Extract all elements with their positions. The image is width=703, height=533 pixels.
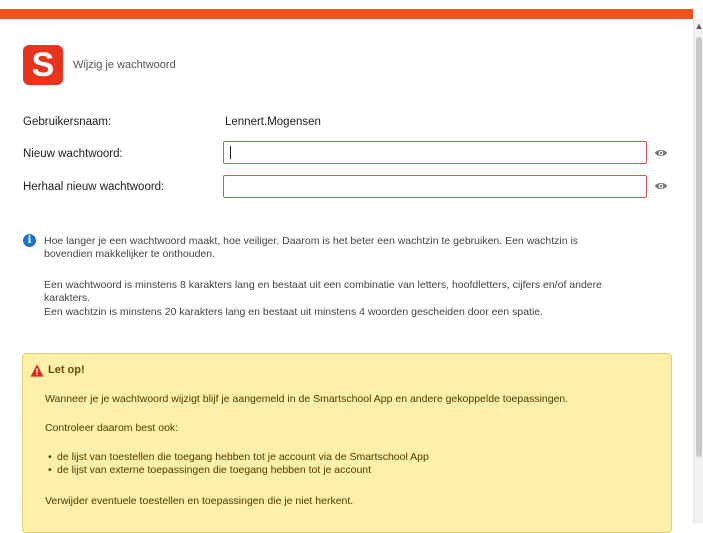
info-icon: i — [23, 234, 36, 247]
top-bar — [0, 0, 693, 19]
show-password-eye-icon[interactable] — [654, 146, 668, 160]
warning-box: Let op! Wanneer je je wachtwoord wijzigt… — [22, 353, 672, 533]
warning-text-1: Wanneer je je wachtwoord wijzigt blijf j… — [45, 393, 569, 405]
warning-title: Let op! — [48, 364, 85, 376]
scroll-up-icon[interactable]: ▲ — [694, 19, 703, 33]
info-text-line2: bovendien makkelijker te onthouden. — [44, 248, 216, 260]
warning-bullet-item: de lijst van toestellen die toegang hebb… — [48, 451, 429, 464]
warning-text-3: Verwijder eventuele toestellen en toepas… — [45, 495, 354, 507]
new-password-input[interactable] — [223, 141, 647, 164]
username-label: Gebruikersnaam: — [23, 116, 112, 128]
smartschool-logo: S — [23, 45, 63, 85]
info-text-line5: Een wachtzin is minstens 20 karakters la… — [44, 306, 544, 318]
info-text-line3: Een wachtwoord is minstens 8 karakters l… — [44, 279, 602, 291]
username-value: Lennert.Mogensen — [225, 116, 321, 128]
accent-stripe — [0, 9, 693, 19]
page-title: Wijzig je wachtwoord — [73, 59, 176, 71]
info-text-line4: karakters. — [44, 292, 91, 304]
warning-text-2: Controleer daarom best ook: — [45, 422, 179, 434]
warning-icon — [30, 364, 44, 377]
warning-bullet-item: de lijst van externe toepassingen die to… — [48, 464, 371, 477]
scroll-thumb[interactable] — [696, 37, 702, 457]
show-repeat-password-eye-icon[interactable] — [654, 179, 668, 193]
new-password-label: Nieuw wachtwoord: — [23, 148, 123, 160]
scrollbar[interactable]: ▲ — [693, 19, 703, 524]
info-text-line1: Hoe langer je een wachtwoord maakt, hoe … — [44, 235, 579, 247]
repeat-password-input[interactable] — [223, 175, 647, 198]
repeat-password-label: Herhaal nieuw wachtwoord: — [23, 181, 165, 193]
